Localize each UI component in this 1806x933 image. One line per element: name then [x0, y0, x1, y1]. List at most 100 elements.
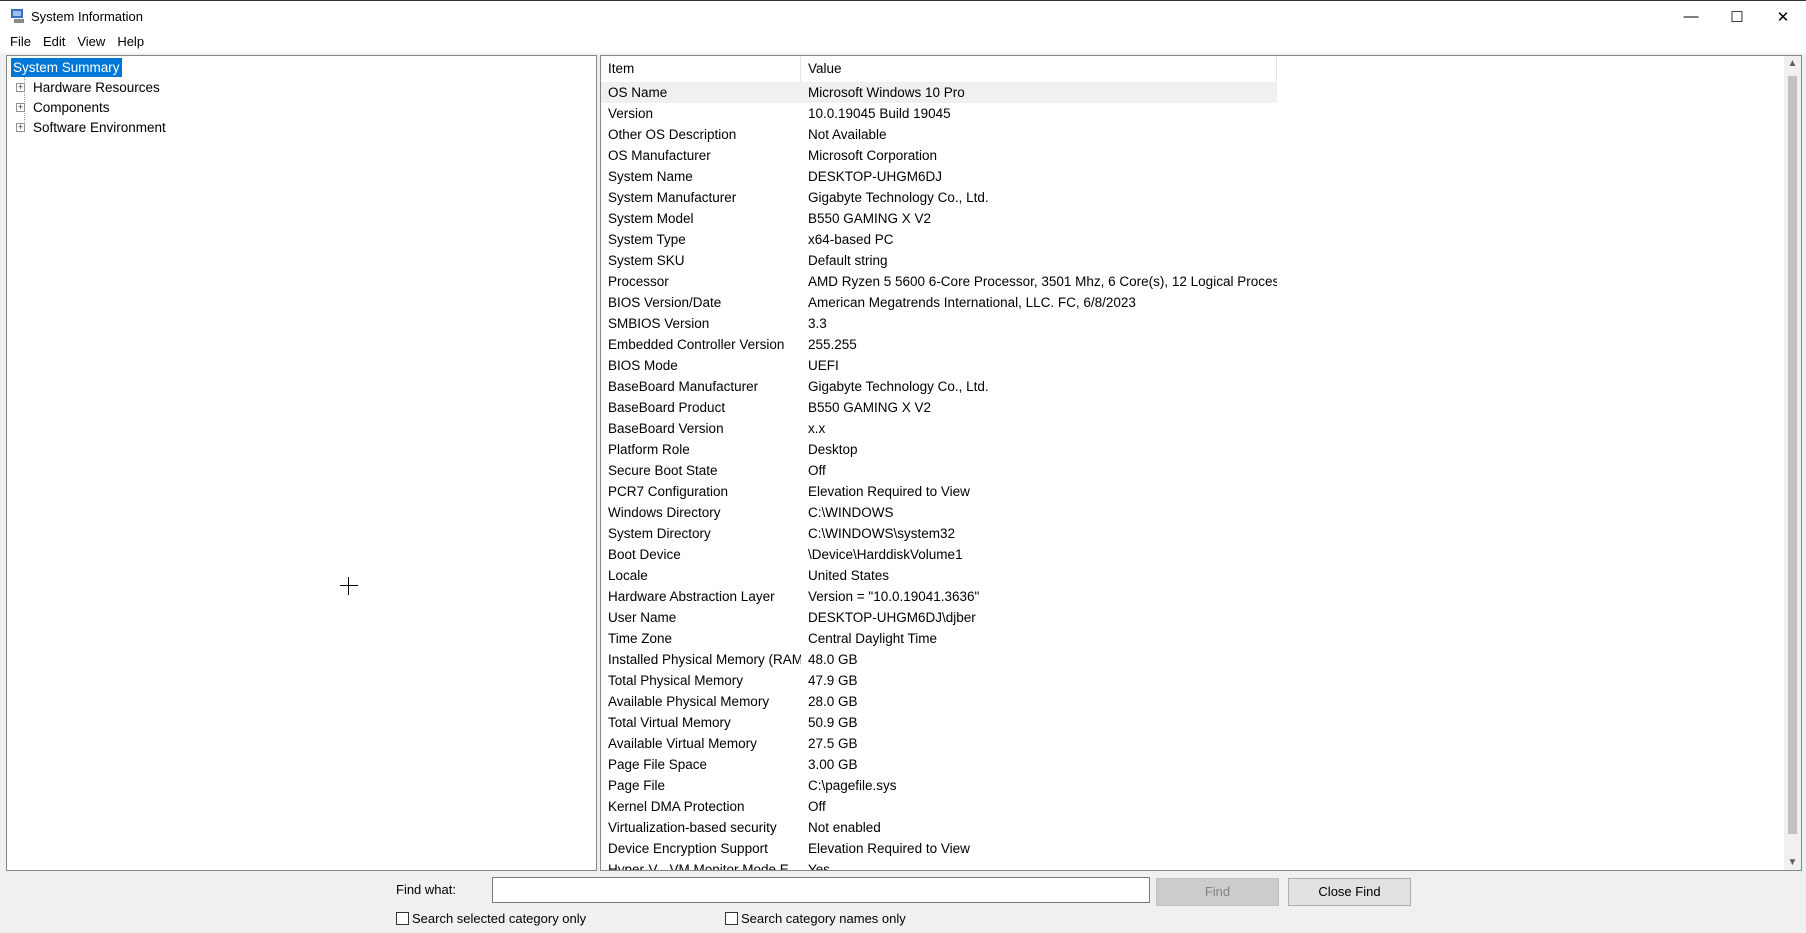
value-cell: Default string [808, 253, 888, 268]
table-row[interactable]: Hyper-V - VM Monitor Mode E... Yes [601, 859, 1277, 870]
table-row[interactable]: BIOS Version/Date American Megatrends Int… [601, 292, 1277, 313]
table-row[interactable]: Virtualization-based security Not enabled [601, 817, 1277, 838]
value-cell: x64-based PC [808, 232, 894, 247]
table-row[interactable]: BaseBoard Manufacturer Gigabyte Technolog… [601, 376, 1277, 397]
table-row[interactable]: System Directory C:\WINDOWS\system32 [601, 523, 1277, 544]
tree-item-hardware-resources[interactable]: + Hardware Resources [7, 78, 162, 97]
tree-item-software-environment[interactable]: + Software Environment [7, 118, 168, 137]
scroll-down-icon[interactable]: ▼ [1784, 857, 1801, 868]
table-row[interactable]: OS Name Microsoft Windows 10 Pro [601, 82, 1277, 103]
table-row[interactable]: Embedded Controller Version 255.255 [601, 334, 1277, 355]
find-what-input[interactable] [492, 877, 1150, 903]
expand-icon[interactable]: + [16, 83, 25, 92]
list-rows: OS Name Microsoft Windows 10 Pro Version 10… [601, 82, 1277, 870]
table-row[interactable]: Version 10.0.19045 Build 19045 [601, 103, 1277, 124]
table-row[interactable]: System Name DESKTOP-UHGM6DJ [601, 166, 1277, 187]
value-cell: Microsoft Windows 10 Pro [808, 85, 965, 100]
item-cell: Time Zone [608, 631, 673, 646]
checkbox-icon[interactable] [396, 912, 409, 925]
item-cell: SMBIOS Version [608, 316, 710, 331]
tree-item-label: Hardware Resources [33, 80, 160, 95]
vertical-scrollbar[interactable]: ▲ ▼ [1784, 56, 1801, 870]
table-row[interactable]: SMBIOS Version 3.3 [601, 313, 1277, 334]
item-cell: BaseBoard Product [608, 400, 726, 415]
expand-icon[interactable]: + [16, 123, 25, 132]
close-button[interactable]: ✕ [1760, 1, 1806, 32]
value-cell: Off [808, 799, 826, 814]
menu-view[interactable]: View [71, 31, 111, 53]
table-row[interactable]: BIOS Mode UEFI [601, 355, 1277, 376]
table-row[interactable]: System SKU Default string [601, 250, 1277, 271]
item-cell: Windows Directory [608, 505, 721, 520]
value-cell: Elevation Required to View [808, 484, 970, 499]
table-row[interactable]: System Manufacturer Gigabyte Technology C… [601, 187, 1277, 208]
value-cell: UEFI [808, 358, 839, 373]
table-row[interactable]: Secure Boot State Off [601, 460, 1277, 481]
table-row[interactable]: Available Virtual Memory 27.5 GB [601, 733, 1277, 754]
checkbox-label: Search selected category only [412, 911, 587, 926]
scroll-up-icon[interactable]: ▲ [1784, 58, 1801, 69]
expand-icon[interactable]: + [16, 103, 25, 112]
table-row[interactable]: User Name DESKTOP-UHGM6DJ\djber [601, 607, 1277, 628]
window-title: System Information [31, 9, 143, 24]
table-row[interactable]: Page File Space 3.00 GB [601, 754, 1277, 775]
item-cell: Hardware Abstraction Layer [608, 589, 775, 604]
maximize-button[interactable]: ☐ [1714, 1, 1760, 32]
item-cell: System Type [608, 232, 686, 247]
item-cell: Page File Space [608, 757, 708, 772]
minimize-button[interactable]: — [1668, 1, 1714, 32]
table-row[interactable]: Other OS Description Not Available [601, 124, 1277, 145]
menu-edit[interactable]: Edit [37, 31, 71, 53]
table-row[interactable]: Installed Physical Memory (RAM) 48.0 GB [601, 649, 1277, 670]
category-tree[interactable]: System Summary + Hardware Resources + Comp… [6, 55, 597, 871]
checkbox-label: Search category names only [741, 911, 906, 926]
search-selected-category-checkbox[interactable]: Search selected category only [396, 911, 586, 926]
value-cell: 47.9 GB [808, 673, 858, 688]
column-header-value[interactable]: Value [801, 56, 1277, 82]
column-header-item[interactable]: Item [601, 56, 801, 82]
tree-item-system-summary[interactable]: System Summary [11, 58, 122, 77]
table-row[interactable]: Platform Role Desktop [601, 439, 1277, 460]
table-row[interactable]: Locale United States [601, 565, 1277, 586]
close-find-button[interactable]: Close Find [1288, 878, 1411, 906]
table-row[interactable]: Available Physical Memory 28.0 GB [601, 691, 1277, 712]
summary-list[interactable]: Item Value OS Name Microsoft Windows 10 P… [600, 55, 1802, 871]
table-row[interactable]: Total Virtual Memory 50.9 GB [601, 712, 1277, 733]
find-button[interactable]: Find [1156, 878, 1279, 906]
scrollbar-thumb[interactable] [1788, 76, 1797, 834]
search-category-names-checkbox[interactable]: Search category names only [725, 911, 906, 926]
table-row[interactable]: System Model B550 GAMING X V2 [601, 208, 1277, 229]
table-row[interactable]: Processor AMD Ryzen 5 5600 6-Core Process… [601, 271, 1277, 292]
menu-file[interactable]: File [4, 31, 37, 53]
item-cell: Secure Boot State [608, 463, 718, 478]
checkbox-icon[interactable] [725, 912, 738, 925]
table-row[interactable]: Device Encryption Support Elevation Requi… [601, 838, 1277, 859]
item-cell: Other OS Description [608, 127, 737, 142]
item-cell: PCR7 Configuration [608, 484, 729, 499]
item-cell: Embedded Controller Version [608, 337, 785, 352]
table-row[interactable]: Page File C:\pagefile.sys [601, 775, 1277, 796]
table-row[interactable]: System Type x64-based PC [601, 229, 1277, 250]
table-row[interactable]: Time Zone Central Daylight Time [601, 628, 1277, 649]
table-row[interactable]: BaseBoard Version x.x [601, 418, 1277, 439]
item-cell: OS Name [608, 85, 668, 100]
item-cell: BIOS Version/Date [608, 295, 722, 310]
table-row[interactable]: Windows Directory C:\WINDOWS [601, 502, 1277, 523]
table-row[interactable]: BaseBoard Product B550 GAMING X V2 [601, 397, 1277, 418]
item-cell: Virtualization-based security [608, 820, 777, 835]
table-row[interactable]: OS Manufacturer Microsoft Corporation [601, 145, 1277, 166]
tree-item-label: Software Environment [33, 120, 166, 135]
value-cell: 255.255 [808, 337, 857, 352]
item-cell: System Directory [608, 526, 711, 541]
item-cell: Total Virtual Memory [608, 715, 731, 730]
table-row[interactable]: Hardware Abstraction Layer Version = "10.… [601, 586, 1277, 607]
menu-help[interactable]: Help [111, 31, 150, 53]
table-row[interactable]: Boot Device \Device\HarddiskVolume1 [601, 544, 1277, 565]
table-row[interactable]: PCR7 Configuration Elevation Required to … [601, 481, 1277, 502]
item-cell: Available Virtual Memory [608, 736, 757, 751]
table-row[interactable]: Kernel DMA Protection Off [601, 796, 1277, 817]
value-cell: Not Available [808, 127, 887, 142]
value-cell: DESKTOP-UHGM6DJ\djber [808, 610, 976, 625]
table-row[interactable]: Total Physical Memory 47.9 GB [601, 670, 1277, 691]
tree-item-components[interactable]: + Components [7, 98, 112, 117]
